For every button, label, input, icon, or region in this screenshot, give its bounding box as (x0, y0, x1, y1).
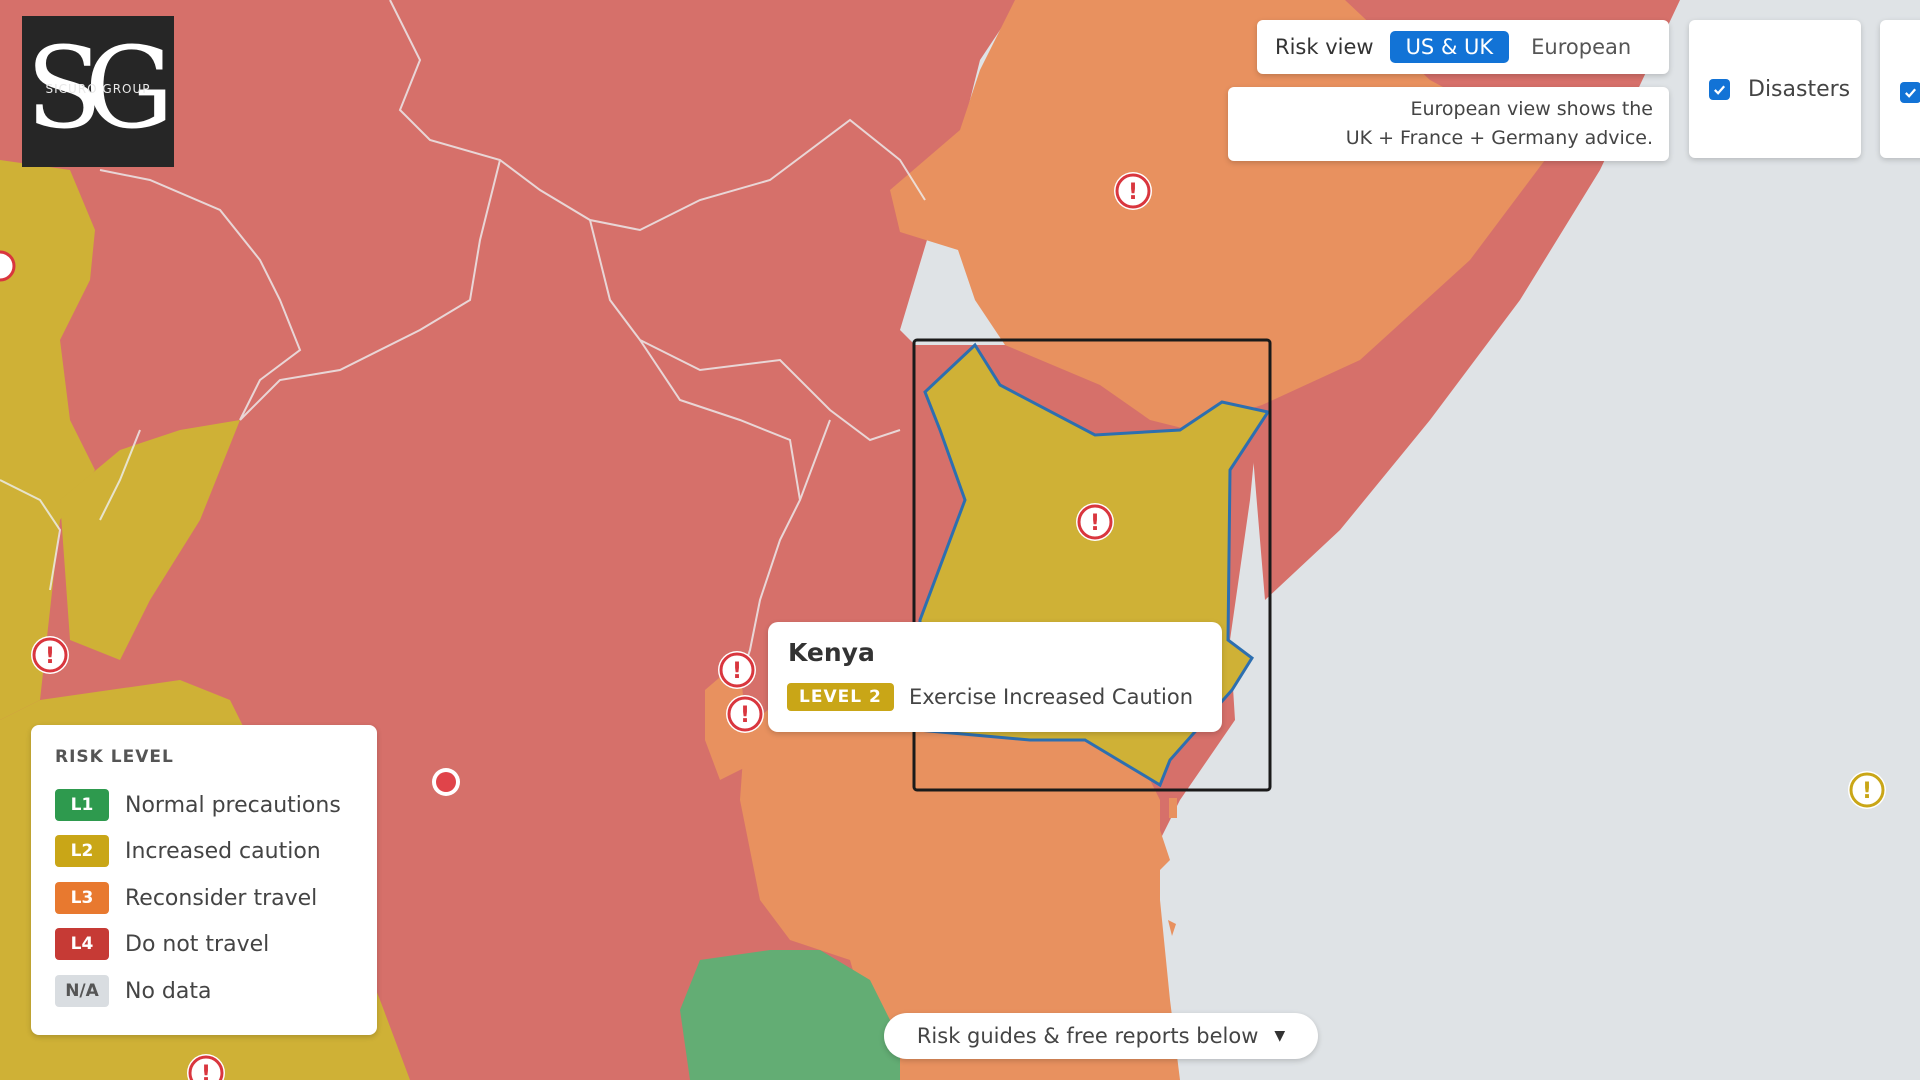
dot-marker[interactable] (432, 768, 460, 796)
legend-badge-l2: L2 (55, 835, 109, 867)
svg-text:!: ! (201, 1062, 211, 1080)
tooltip-level-text: Exercise Increased Caution (909, 685, 1194, 709)
alert-marker[interactable]: ! (1076, 503, 1114, 541)
risk-view-option-us-uk[interactable]: US & UK (1389, 31, 1510, 63)
legend-label-na: No data (125, 978, 212, 1004)
svg-text:!: ! (45, 644, 55, 669)
alert-marker[interactable] (0, 250, 16, 282)
layer-toggle-second[interactable] (1880, 20, 1920, 158)
legend-badge-l1: L1 (55, 789, 109, 821)
legend-label-l2: Increased caution (125, 838, 321, 864)
legend-badge-l4: L4 (55, 928, 109, 960)
caret-down-icon: ▼ (1274, 1028, 1286, 1044)
risk-guides-button[interactable]: Risk guides & free reports below ▼ (884, 1013, 1318, 1059)
legend-item-l3: L3 Reconsider travel (55, 882, 317, 914)
tooltip-level-badge: LEVEL 2 (787, 683, 894, 711)
legend-item-l1: L1 Normal precautions (55, 789, 341, 821)
legend-badge-l3: L3 (55, 882, 109, 914)
second-layer-checkbox[interactable] (1900, 82, 1920, 103)
check-icon (1905, 88, 1917, 98)
country-tooltip: Kenya LEVEL 2 Exercise Increased Caution (768, 622, 1222, 732)
legend-label-l4: Do not travel (125, 931, 270, 957)
svg-text:!: ! (1128, 180, 1138, 205)
svg-text:!: ! (732, 659, 742, 684)
legend-item-l4: L4 Do not travel (55, 928, 269, 960)
layer-toggle-disasters[interactable]: Disasters (1689, 20, 1861, 158)
view-note-line1: European view shows the (1410, 98, 1653, 120)
alert-marker[interactable]: ! (1848, 771, 1886, 809)
alert-marker[interactable]: ! (718, 651, 756, 689)
legend-item-l2: L2 Increased caution (55, 835, 321, 867)
view-note-line2: UK + France + Germany advice. (1345, 127, 1653, 149)
legend-badge-na: N/A (55, 975, 109, 1007)
risk-view-label: Risk view (1275, 35, 1374, 59)
tooltip-country-name: Kenya (788, 638, 875, 667)
legend-title: RISK LEVEL (55, 747, 174, 767)
svg-text:!: ! (1862, 779, 1872, 804)
legend-label-l1: Normal precautions (125, 792, 341, 818)
check-icon (1714, 84, 1726, 95)
risk-view-toggle: Risk view US & UK European (1257, 20, 1669, 74)
alert-marker[interactable]: ! (31, 636, 69, 674)
svg-text:!: ! (1090, 511, 1100, 536)
risk-guides-label: Risk guides & free reports below (916, 1024, 1259, 1048)
disasters-checkbox[interactable] (1709, 78, 1730, 100)
risk-view-option-european[interactable]: European (1515, 31, 1647, 63)
legend-label-l3: Reconsider travel (125, 885, 318, 911)
alert-marker[interactable]: ! (1114, 172, 1152, 210)
alert-marker[interactable]: ! (726, 695, 764, 733)
svg-text:!: ! (740, 703, 750, 728)
sicuro-group-logo[interactable]: SG SICURO GROUP (22, 16, 174, 167)
risk-level-legend: RISK LEVEL L1 Normal precautions L2 Incr… (31, 725, 377, 1035)
logo-wordmark: SICURO GROUP (45, 82, 151, 96)
disasters-label: Disasters (1748, 76, 1851, 102)
view-note: European view shows the UK + France + Ge… (1228, 87, 1669, 161)
legend-item-na: N/A No data (55, 975, 211, 1007)
